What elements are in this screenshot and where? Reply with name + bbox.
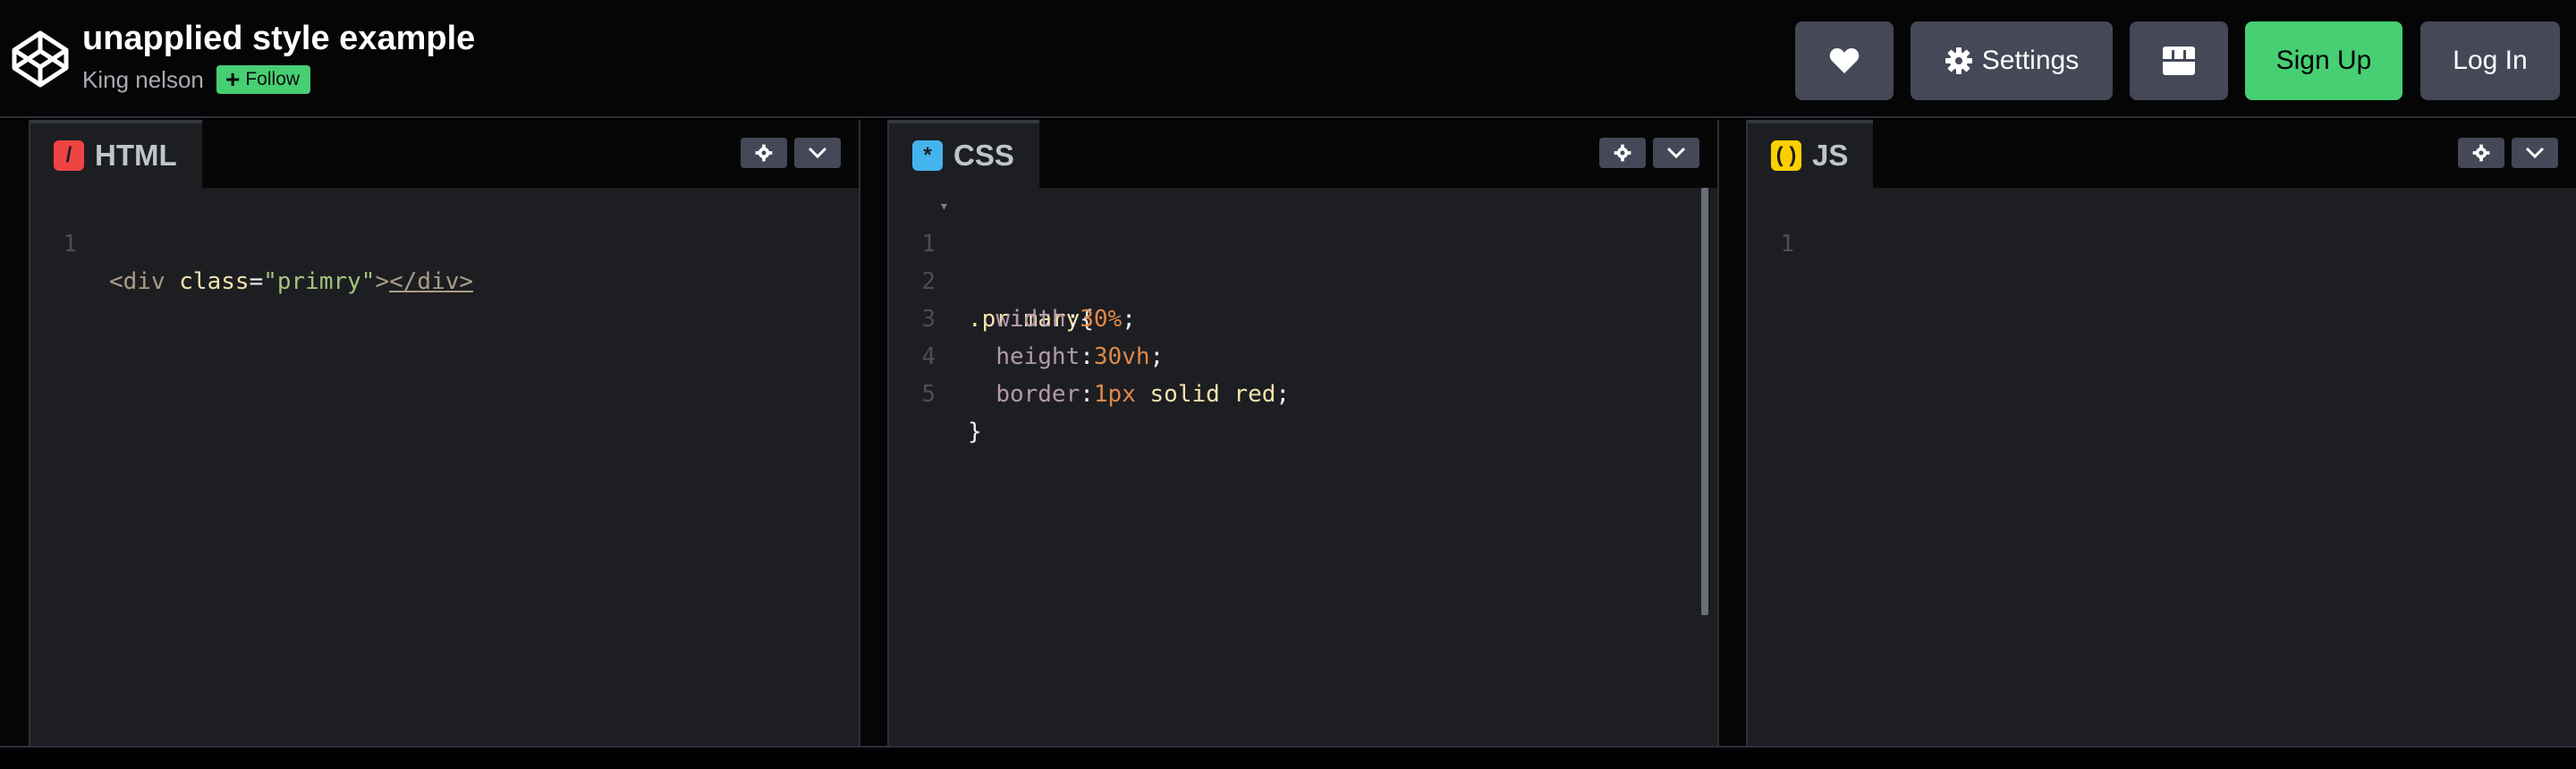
css-asterisk-icon: * [912,140,943,171]
chevron-down-icon [808,147,827,159]
css-panel-header: * CSS [889,120,1717,188]
fold-arrow-icon[interactable]: ▾ [939,188,949,225]
html-slash-icon: / [54,140,84,171]
js-editor-panel: ( ) JS 1 [1748,120,2576,746]
html-code-area[interactable]: 1 <div class="primry"></div> [30,188,859,746]
tab-js-label: JS [1812,139,1849,172]
code-line: 5 } [889,338,1717,445]
code-token: solid red [1135,381,1276,408]
settings-label: Settings [1981,46,2080,75]
gear-icon [1614,144,1631,162]
signup-button[interactable]: Sign Up [2245,21,2402,100]
line-number: 1 [63,231,77,258]
resize-handle-left[interactable] [0,120,30,746]
line-number: 5 [921,381,936,408]
code-line: 1 [1748,188,2576,258]
code-token: <div [109,268,180,295]
heart-icon [1829,48,1860,73]
tab-js[interactable]: ( ) JS [1748,120,1874,188]
code-line: 3 height:30vh; [889,263,1717,370]
resize-handle-right[interactable] [1717,120,1748,746]
tab-html-label: HTML [95,139,177,172]
js-settings-button[interactable] [2458,138,2504,168]
heart-button[interactable] [1795,21,1894,100]
layout-grid-icon [2163,46,2195,75]
code-token: } [968,418,982,445]
tab-html[interactable]: / HTML [30,120,202,188]
html-editor-panel: / HTML 1 <div class="primry"></div> [30,120,859,746]
chevron-down-icon [2525,147,2545,159]
js-collapse-button[interactable] [2512,138,2558,168]
css-code-area[interactable]: 1 ▾ .primary{ 2 width:30%; 3 height:30vh… [889,188,1717,746]
html-settings-button[interactable] [741,138,787,168]
html-collapse-button[interactable] [794,138,841,168]
gear-icon [755,144,773,162]
tab-css[interactable]: * CSS [889,120,1039,188]
css-settings-button[interactable] [1599,138,1646,168]
code-token: = [249,268,264,295]
author-name[interactable]: King nelson [82,66,204,94]
code-token: "primry" [263,268,376,295]
css-scrollbar[interactable] [1701,188,1708,615]
login-button[interactable]: Log In [2420,21,2560,100]
gear-icon [2472,144,2490,162]
code-line: 4 border:1px solid red; [889,300,1717,408]
code-token: > [375,268,390,295]
tab-css-label: CSS [953,139,1014,172]
code-token: border [996,381,1080,408]
follow-label: Follow [245,69,301,89]
code-line: 2 width:30%; [889,225,1717,333]
js-braces-icon: ( ) [1771,140,1801,171]
code-token: </div> [389,268,474,295]
change-view-button[interactable] [2130,21,2228,100]
line-number: 1 [1780,231,1794,258]
bottom-bar [0,746,2576,769]
settings-button[interactable]: Settings [1911,21,2113,100]
resize-handle-middle[interactable] [859,120,889,746]
js-code-area[interactable]: 1 [1748,188,2576,746]
chevron-down-icon [1666,147,1686,159]
html-panel-header: / HTML [30,120,859,188]
plus-icon: + [225,65,241,93]
gear-icon [1945,47,1972,74]
follow-button[interactable]: + Follow [216,65,311,94]
code-token: ; [1275,381,1291,408]
css-collapse-button[interactable] [1653,138,1699,168]
code-line: 1 <div class="primry"></div> [30,188,859,295]
pen-title[interactable]: unapplied style example [82,20,475,58]
css-editor-panel: * CSS 1 ▾ .primary{ 2 width:30%; 3 heigh… [889,120,1717,746]
js-panel-header: ( ) JS [1748,120,2576,188]
code-token: class [179,268,250,295]
codepen-logo-icon[interactable] [11,30,70,89]
code-token: 1px [1093,381,1136,408]
top-header: unapplied style example King nelson + Fo… [0,0,2576,118]
code-line: 1 ▾ .primary{ [889,188,1717,333]
